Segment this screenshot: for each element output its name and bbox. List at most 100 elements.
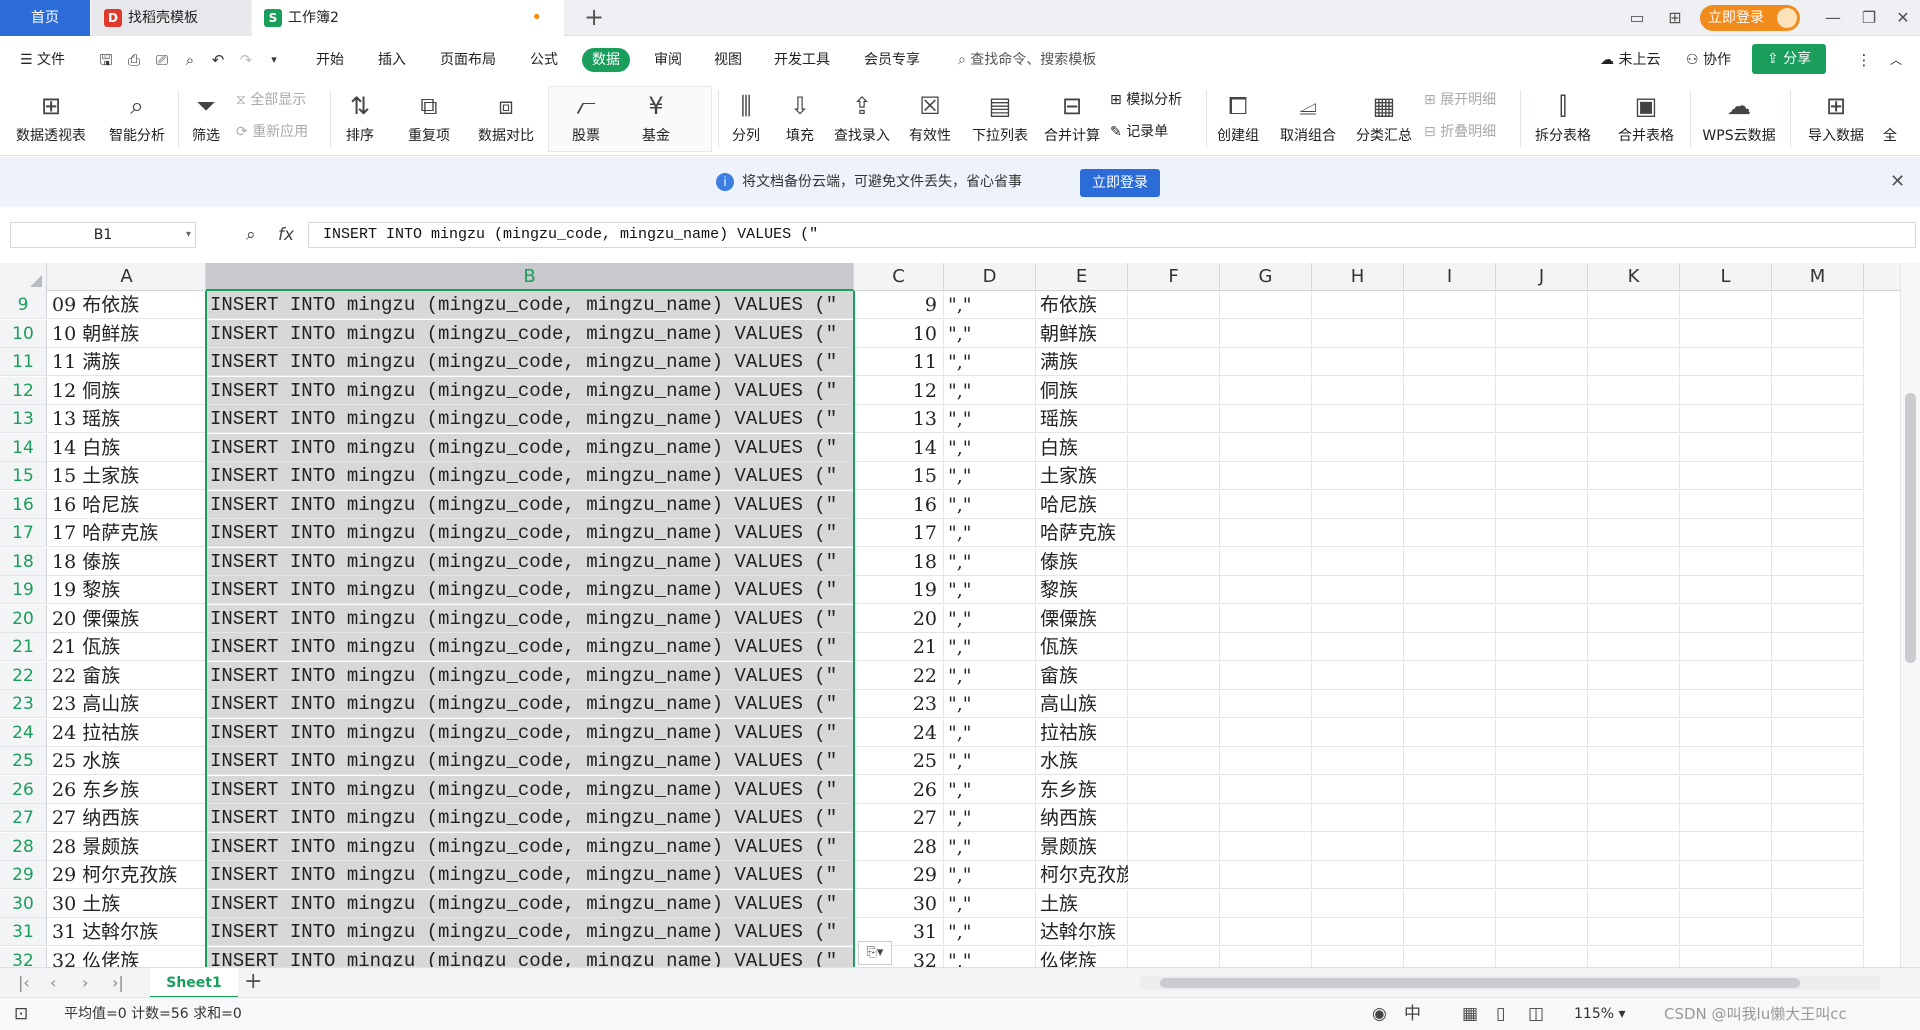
cell-empty[interactable] xyxy=(1404,946,1496,967)
macro-record-icon[interactable]: ⊡ xyxy=(14,998,28,1030)
cell-e[interactable]: 佤族 xyxy=(1036,633,1128,661)
cell-empty[interactable] xyxy=(1404,433,1496,462)
last-sheet-icon[interactable]: ›| xyxy=(112,968,124,998)
cell-empty[interactable] xyxy=(1496,490,1588,519)
input-method-icon[interactable]: 中 xyxy=(1404,998,1421,1030)
cell-empty[interactable] xyxy=(1588,576,1680,604)
cell-c[interactable]: 10 xyxy=(854,319,944,348)
cell-empty[interactable] xyxy=(1128,832,1220,861)
cell-empty[interactable] xyxy=(1772,547,1864,576)
reapply-button[interactable]: ⟳ 重新应用 xyxy=(236,120,308,144)
cell-empty[interactable] xyxy=(1128,462,1220,490)
cell-empty[interactable] xyxy=(1128,519,1220,547)
cell-d[interactable]: "," xyxy=(944,718,1036,747)
close-icon[interactable]: ✕ xyxy=(1890,157,1905,207)
cell-empty[interactable] xyxy=(1588,747,1680,775)
cell-empty[interactable] xyxy=(1312,547,1404,576)
cell-empty[interactable] xyxy=(1496,946,1588,967)
cell-b[interactable]: INSERT INTO mingzu (mingzu_code, mingzu_… xyxy=(206,690,854,718)
all-button[interactable]: 全 xyxy=(1880,86,1900,152)
cell-empty[interactable] xyxy=(1404,519,1496,547)
cell-a[interactable]: 10 朝鲜族 xyxy=(48,319,206,348)
cell-empty[interactable] xyxy=(1496,718,1588,747)
cell-d[interactable]: "," xyxy=(944,946,1036,967)
cell-empty[interactable] xyxy=(1404,804,1496,832)
cell-empty[interactable] xyxy=(1772,718,1864,747)
menu-formula[interactable]: 公式 xyxy=(524,48,564,72)
column-header-d[interactable]: D xyxy=(944,263,1036,291)
cell-d[interactable]: "," xyxy=(944,547,1036,576)
row-header[interactable]: 29 xyxy=(0,861,47,889)
cell-a[interactable]: 26 东乡族 xyxy=(48,775,206,804)
cell-a[interactable]: 17 哈萨克族 xyxy=(48,519,206,547)
cell-empty[interactable] xyxy=(1220,405,1312,433)
cell-d[interactable]: "," xyxy=(944,690,1036,718)
cell-empty[interactable] xyxy=(1128,804,1220,832)
cell-e[interactable]: 白族 xyxy=(1036,433,1128,462)
fx-icon[interactable]: fx xyxy=(278,222,294,248)
cell-empty[interactable] xyxy=(1496,918,1588,946)
cell-d[interactable]: "," xyxy=(944,804,1036,832)
cell-empty[interactable] xyxy=(1496,661,1588,690)
merge-table-button[interactable]: ▣ 合并表格 xyxy=(1608,86,1684,152)
menu-member[interactable]: 会员专享 xyxy=(858,48,926,72)
cell-empty[interactable] xyxy=(1312,832,1404,861)
cell-empty[interactable] xyxy=(1588,690,1680,718)
cell-empty[interactable] xyxy=(1128,490,1220,519)
cell-empty[interactable] xyxy=(1496,462,1588,490)
cell-c[interactable]: 19 xyxy=(854,576,944,604)
cell-empty[interactable] xyxy=(1772,405,1864,433)
cell-empty[interactable] xyxy=(1220,918,1312,946)
cell-b[interactable]: INSERT INTO mingzu (mingzu_code, mingzu_… xyxy=(206,376,854,405)
cell-empty[interactable] xyxy=(1220,519,1312,547)
cell-empty[interactable] xyxy=(1496,576,1588,604)
row-header[interactable]: 20 xyxy=(0,604,47,633)
ungroup-button[interactable]: ⧡ 取消组合 xyxy=(1272,86,1344,152)
print-icon[interactable]: ⎚ xyxy=(150,48,174,72)
cell-e[interactable]: 纳西族 xyxy=(1036,804,1128,832)
cell-e[interactable]: 畲族 xyxy=(1036,661,1128,690)
cell-empty[interactable] xyxy=(1496,633,1588,661)
cell-empty[interactable] xyxy=(1680,319,1772,348)
cell-empty[interactable] xyxy=(1680,490,1772,519)
cell-empty[interactable] xyxy=(1312,576,1404,604)
cell-c[interactable]: 12 xyxy=(854,376,944,405)
consolidate-button[interactable]: ⊟ 合并计算 xyxy=(1040,86,1104,152)
cell-empty[interactable] xyxy=(1496,376,1588,405)
cell-a[interactable]: 09 布依族 xyxy=(48,291,206,319)
cell-empty[interactable] xyxy=(1680,633,1772,661)
cell-empty[interactable] xyxy=(1680,946,1772,967)
split-table-button[interactable]: ⫿ 拆分表格 xyxy=(1526,86,1600,152)
cell-empty[interactable] xyxy=(1220,946,1312,967)
cell-c[interactable]: 22 xyxy=(854,661,944,690)
cell-b[interactable]: INSERT INTO mingzu (mingzu_code, mingzu_… xyxy=(206,319,854,348)
import-data-button[interactable]: ⊞ 导入数据 xyxy=(1800,86,1872,152)
lookup-entry-button[interactable]: ⇪ 查找录入 xyxy=(830,86,894,152)
cell-d[interactable]: "," xyxy=(944,775,1036,804)
cell-empty[interactable] xyxy=(1220,690,1312,718)
cell-d[interactable]: "," xyxy=(944,519,1036,547)
cell-empty[interactable] xyxy=(1128,889,1220,918)
row-header[interactable]: 16 xyxy=(0,490,47,519)
page-break-view-icon[interactable]: ◫ xyxy=(1528,998,1544,1030)
cell-empty[interactable] xyxy=(1588,604,1680,633)
cell-empty[interactable] xyxy=(1772,661,1864,690)
menu-data[interactable]: 数据 xyxy=(582,48,630,72)
cell-empty[interactable] xyxy=(1128,946,1220,967)
cell-empty[interactable] xyxy=(1680,547,1772,576)
cell-d[interactable]: "," xyxy=(944,291,1036,319)
cell-b[interactable]: INSERT INTO mingzu (mingzu_code, mingzu_… xyxy=(206,490,854,519)
cell-b[interactable]: INSERT INTO mingzu (mingzu_code, mingzu_… xyxy=(206,946,854,967)
row-header[interactable]: 14 xyxy=(0,433,47,462)
collapse-detail-button[interactable]: ⊟ 折叠明细 xyxy=(1424,120,1496,144)
cell-e[interactable]: 土家族 xyxy=(1036,462,1128,490)
cell-c[interactable]: 25 xyxy=(854,747,944,775)
cell-a[interactable]: 29 柯尔克孜族 xyxy=(48,861,206,889)
cell-empty[interactable] xyxy=(1772,690,1864,718)
column-header-c[interactable]: C xyxy=(854,263,944,291)
cell-empty[interactable] xyxy=(1220,861,1312,889)
cell-empty[interactable] xyxy=(1588,832,1680,861)
cell-d[interactable]: "," xyxy=(944,376,1036,405)
cell-empty[interactable] xyxy=(1220,547,1312,576)
cell-e[interactable]: 仫佬族 xyxy=(1036,946,1128,967)
